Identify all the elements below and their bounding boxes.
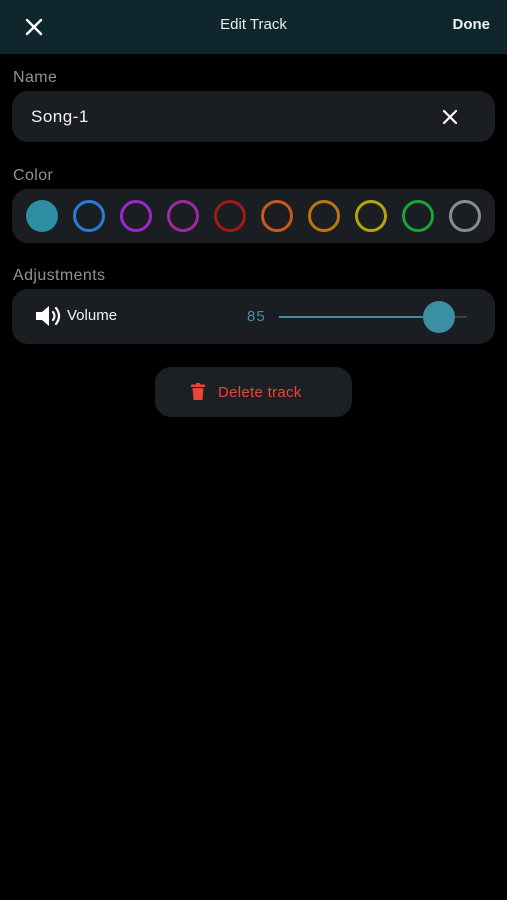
color-swatch[interactable] <box>308 200 340 232</box>
top-bar: Edit Track Done <box>0 0 507 54</box>
done-button[interactable]: Done <box>453 16 491 33</box>
clear-icon <box>442 109 458 125</box>
clear-name-button[interactable] <box>439 106 461 128</box>
color-swatch[interactable] <box>402 200 434 232</box>
speaker-icon <box>36 306 61 326</box>
color-section-label: Color <box>13 167 54 184</box>
volume-value: 85 <box>247 308 266 325</box>
slider-fill <box>279 316 439 318</box>
name-section-label: Name <box>13 69 58 86</box>
color-swatch[interactable] <box>26 200 58 232</box>
color-swatch[interactable] <box>167 200 199 232</box>
color-swatch[interactable] <box>261 200 293 232</box>
trash-icon <box>191 383 205 400</box>
color-swatch[interactable] <box>120 200 152 232</box>
color-swatch[interactable] <box>73 200 105 232</box>
delete-track-label: Delete track <box>218 384 302 401</box>
volume-slider[interactable] <box>279 301 467 333</box>
page-title: Edit Track <box>220 16 287 33</box>
color-swatch[interactable] <box>214 200 246 232</box>
slider-thumb[interactable] <box>423 301 455 333</box>
name-input[interactable]: Song-1 <box>31 107 89 127</box>
color-picker <box>12 189 495 243</box>
name-field[interactable]: Song-1 <box>12 91 495 142</box>
color-swatch[interactable] <box>355 200 387 232</box>
volume-row: Volume 85 <box>12 289 495 344</box>
volume-label: Volume <box>67 307 118 324</box>
color-swatch[interactable] <box>449 200 481 232</box>
delete-track-button[interactable]: Delete track <box>155 367 352 417</box>
adjustments-section-label: Adjustments <box>13 267 106 284</box>
